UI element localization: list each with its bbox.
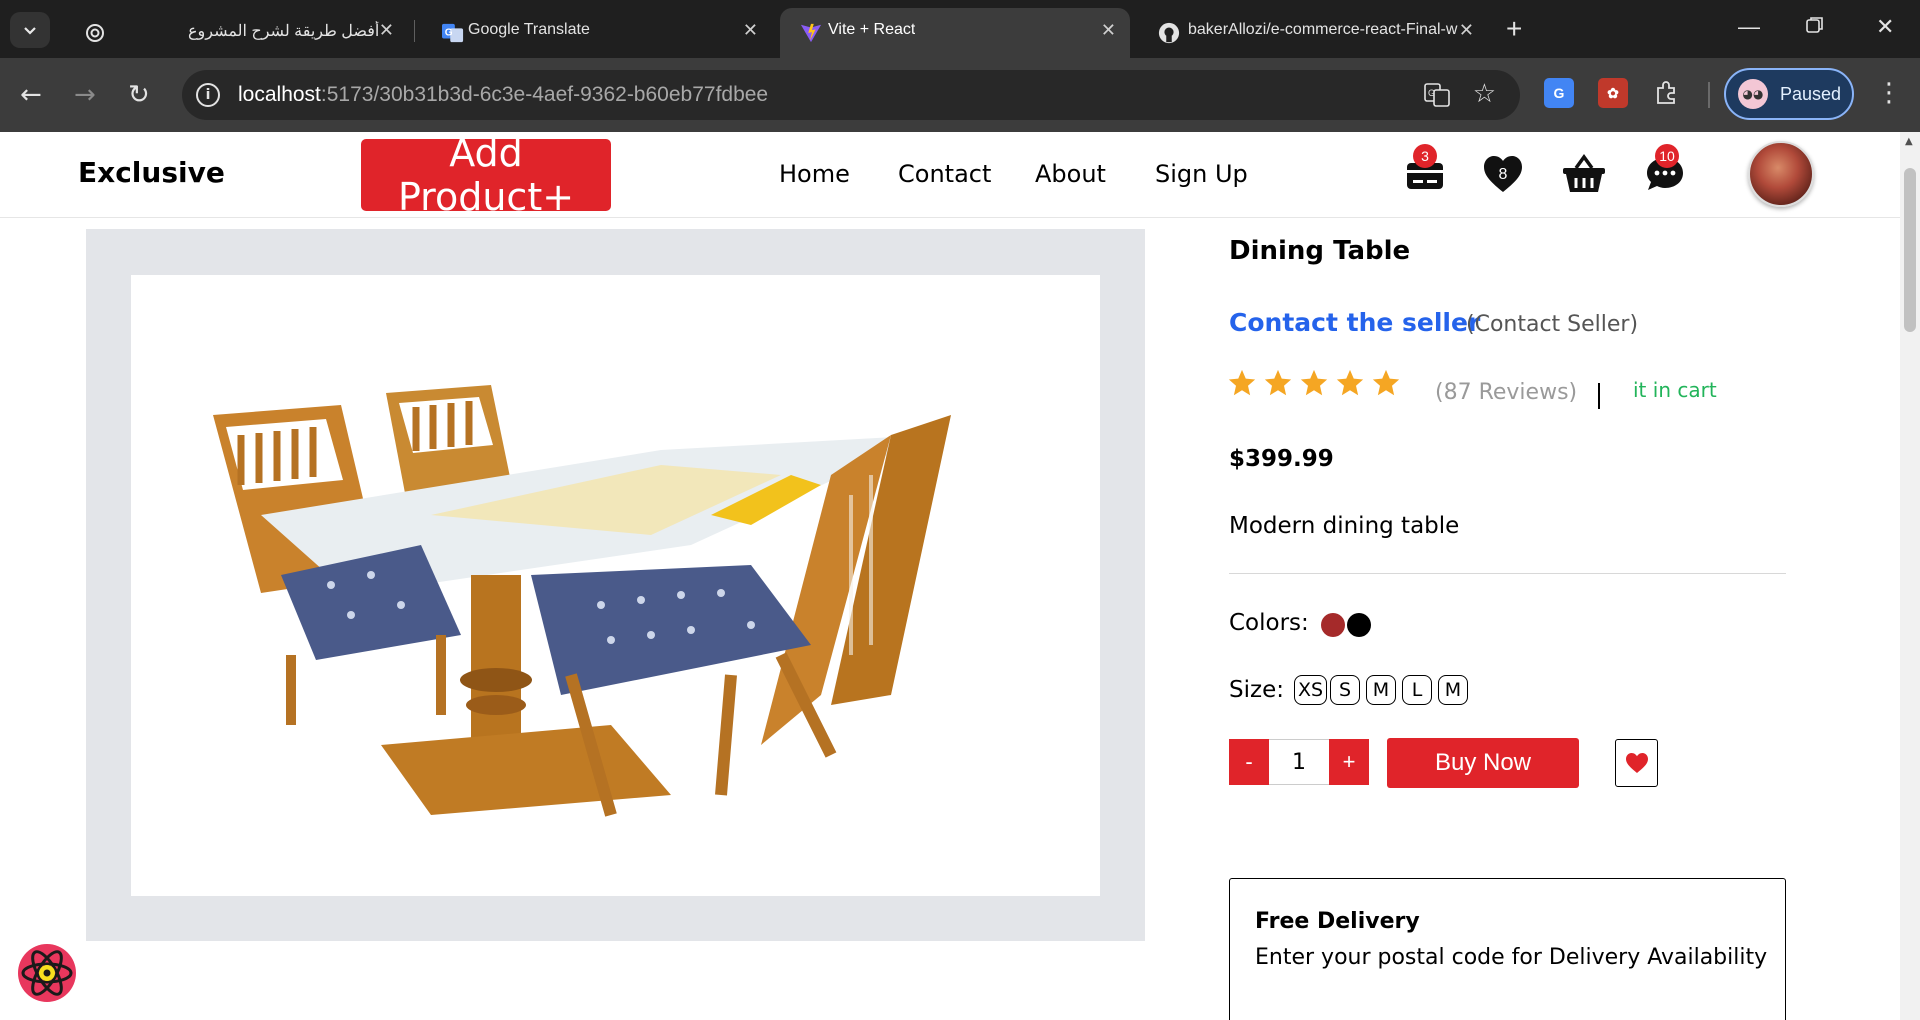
restore-icon[interactable] xyxy=(1806,14,1824,40)
bookmark-star-icon[interactable]: ☆ xyxy=(1473,79,1496,109)
tab-separator xyxy=(414,20,415,42)
svg-text:G: G xyxy=(445,28,453,39)
close-icon[interactable]: ✕ xyxy=(1101,20,1116,41)
add-to-wishlist-button[interactable] xyxy=(1615,739,1658,787)
tab-vite-react[interactable]: Vite + React ✕ xyxy=(780,8,1130,58)
delivery-title: Free Delivery xyxy=(1255,909,1420,934)
github-icon xyxy=(1158,22,1180,44)
google-translate-extension-icon[interactable]: G xyxy=(1544,78,1574,108)
star-icon xyxy=(1300,369,1328,396)
chevron-down-icon xyxy=(24,27,36,35)
url-text[interactable]: localhost:5173/30b31b3d-6c3e-4aef-9362-b… xyxy=(238,83,768,107)
orders-button[interactable]: 3 xyxy=(1403,144,1447,196)
new-tab-plus-icon[interactable]: + xyxy=(1506,14,1522,44)
quantity-decrease-button[interactable]: - xyxy=(1229,739,1269,785)
section-divider xyxy=(1229,573,1786,574)
site-logo[interactable]: Exclusive xyxy=(78,156,225,189)
profile-avatar: ◕◕ xyxy=(1738,79,1768,109)
shopping-basket-icon xyxy=(1563,154,1605,192)
tab-title: Vite + React xyxy=(828,21,916,38)
close-icon[interactable]: ✕ xyxy=(379,20,394,41)
browser-menu-icon[interactable]: ⋮ xyxy=(1876,78,1902,108)
tab-title: Google Translate xyxy=(468,21,590,38)
profile-button[interactable]: ◕◕ Paused xyxy=(1724,68,1854,120)
quantity-value[interactable]: 1 xyxy=(1269,739,1329,785)
contact-seller-label: (Contact Seller) xyxy=(1466,312,1639,337)
nav-sign-up[interactable]: Sign Up xyxy=(1155,160,1248,188)
scrollbar-thumb[interactable] xyxy=(1904,168,1916,332)
browser-tab-strip: أفضل طريقة لشرح المشروع ✕ G Google Trans… xyxy=(0,0,1920,58)
orders-badge: 3 xyxy=(1413,144,1437,168)
page-viewport: Exclusive Add Product+ Home Contact Abou… xyxy=(0,132,1900,1020)
messages-button[interactable]: 10 xyxy=(1643,144,1687,196)
rating-divider xyxy=(1598,383,1600,409)
delivery-info-box: Free Delivery Enter your postal code for… xyxy=(1229,878,1786,1020)
product-price: $399.99 xyxy=(1229,446,1334,472)
size-option-l[interactable]: L xyxy=(1402,675,1432,705)
quantity-increase-button[interactable]: + xyxy=(1329,739,1369,785)
product-image-panel xyxy=(86,229,1145,941)
translate-page-icon[interactable]: G xyxy=(1424,83,1450,107)
back-arrow-icon[interactable]: ← xyxy=(20,78,42,112)
user-avatar[interactable] xyxy=(1748,141,1814,207)
cart-button[interactable] xyxy=(1562,152,1606,196)
star-icon xyxy=(1372,369,1400,396)
window-close-icon[interactable]: ✕ xyxy=(1876,14,1894,40)
tab-google-translate[interactable]: G Google Translate ✕ xyxy=(422,8,772,58)
nav-home[interactable]: Home xyxy=(779,160,850,188)
contact-seller-link[interactable]: Contact the seller xyxy=(1229,308,1480,337)
address-bar[interactable]: i localhost:5173/30b31b3d-6c3e-4aef-9362… xyxy=(182,70,1520,120)
tab-title: bakerAllozi/e-commerce-react-Final-w xyxy=(1188,21,1458,38)
product-image xyxy=(131,275,1100,896)
buy-now-button[interactable]: Buy Now xyxy=(1387,738,1579,788)
heart-icon xyxy=(1625,753,1648,773)
size-option-m[interactable]: M xyxy=(1366,675,1396,705)
rating-stars xyxy=(1227,368,1401,398)
color-swatch-red[interactable] xyxy=(1321,613,1345,637)
profile-status: Paused xyxy=(1780,83,1842,104)
product-title: Dining Table xyxy=(1229,236,1411,266)
site-header: Exclusive Add Product+ Home Contact Abou… xyxy=(0,132,1900,219)
tab-search-button[interactable] xyxy=(10,12,50,48)
scroll-up-arrow-icon[interactable]: ▲ xyxy=(1905,136,1913,147)
tab-chatgpt[interactable]: أفضل طريقة لشرح المشروع ✕ xyxy=(64,8,408,58)
wishlist-count: 8 xyxy=(1498,166,1508,183)
star-icon xyxy=(1264,369,1292,396)
react-devtools-icon[interactable] xyxy=(16,942,78,1004)
vite-icon xyxy=(800,22,822,44)
size-option-s[interactable]: S xyxy=(1330,675,1360,705)
page-scrollbar[interactable]: ▲ xyxy=(1900,132,1920,1020)
reload-icon[interactable]: ↻ xyxy=(128,78,150,112)
browser-toolbar: ← → ↻ i localhost:5173/30b31b3d-6c3e-4ae… xyxy=(0,58,1920,132)
close-icon[interactable]: ✕ xyxy=(1459,20,1474,41)
add-product-button[interactable]: Add Product+ xyxy=(361,132,611,219)
messages-badge: 10 xyxy=(1655,144,1679,168)
colors-label: Colors: xyxy=(1229,610,1309,636)
cart-status: it in cart xyxy=(1633,378,1717,402)
wishlist-button[interactable]: 8 xyxy=(1481,152,1525,196)
star-icon xyxy=(1228,369,1256,396)
chatgpt-icon xyxy=(84,22,106,44)
site-info-icon[interactable]: i xyxy=(196,83,220,107)
review-count: (87 Reviews) xyxy=(1435,380,1578,405)
toolbar-separator xyxy=(1708,82,1710,108)
size-option-xs[interactable]: XS xyxy=(1294,675,1328,705)
size-option-m-2[interactable]: M xyxy=(1438,675,1468,705)
close-icon[interactable]: ✕ xyxy=(743,20,758,41)
extensions-puzzle-icon[interactable] xyxy=(1652,78,1682,108)
nav-about[interactable]: About xyxy=(1035,160,1106,188)
forward-arrow-icon[interactable]: → xyxy=(74,78,96,112)
delivery-text: Enter your postal code for Delivery Avai… xyxy=(1255,945,1768,970)
product-description: Modern dining table xyxy=(1229,513,1460,539)
color-swatch-black[interactable] xyxy=(1347,613,1371,637)
svg-text:G: G xyxy=(1428,88,1435,98)
extension-icon[interactable]: ✿ xyxy=(1598,78,1628,108)
tab-github[interactable]: bakerAllozi/e-commerce-react-Final-w ✕ xyxy=(1138,8,1488,58)
google-translate-icon: G xyxy=(442,22,464,44)
minimize-icon[interactable]: — xyxy=(1738,14,1760,40)
nav-contact[interactable]: Contact xyxy=(898,160,991,188)
dining-table-image xyxy=(213,385,951,817)
star-icon xyxy=(1336,369,1364,396)
size-label: Size: xyxy=(1229,677,1284,703)
